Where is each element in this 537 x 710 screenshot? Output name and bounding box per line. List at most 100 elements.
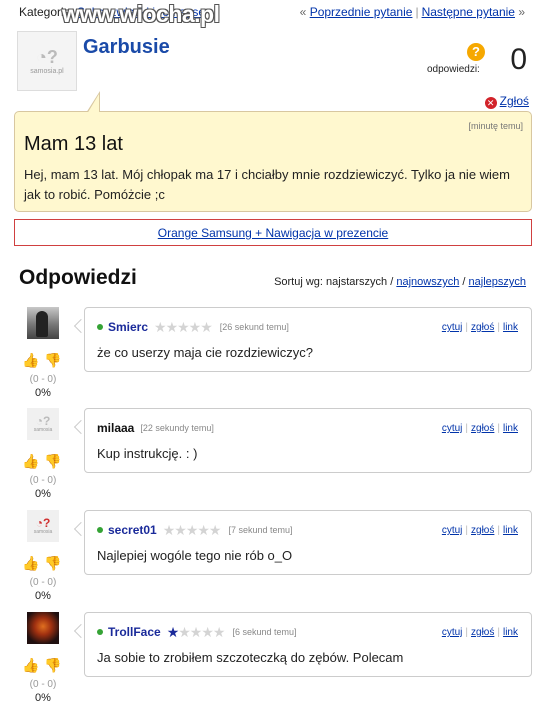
answer-header: milaaa [22 sekundy temu] — [97, 420, 214, 436]
question-mark-icon: ? — [467, 43, 485, 61]
answer-item: ◔? samosia 👍 👎 (0 - 0) 0% milaaa [22 seku… — [0, 408, 537, 506]
answer-header: TrollFace ★★★★★ [6 sekund temu] — [97, 624, 297, 640]
report-answer-link[interactable]: zgłoś — [471, 322, 494, 333]
answers-heading: Odpowiedzi — [19, 266, 137, 289]
sort-options: Sortuj wg: najstarszych / najnowszych / … — [274, 276, 526, 288]
permalink-link[interactable]: link — [503, 627, 518, 638]
vote-buttons: 👍 👎 — [22, 554, 66, 572]
sort-newest-link[interactable]: najnowszych — [396, 276, 459, 288]
vote-buttons: 👍 👎 — [22, 351, 66, 369]
question-navigation: « Poprzednie pytanie | Następne pytanie » — [300, 5, 525, 19]
answer-username: milaaa — [97, 421, 135, 435]
close-icon: ✕ — [484, 97, 497, 109]
thumbs-up-icon[interactable]: 👍 — [22, 656, 40, 674]
answers-label: odpowiedzi: — [427, 64, 480, 75]
author-name[interactable]: Garbusie — [83, 36, 170, 59]
prev-question-link[interactable]: Poprzednie pytanie — [310, 5, 413, 19]
watermark: www.wiocha.pl — [62, 1, 220, 27]
question-box: [minutę temu] Mam 13 lat Hej, mam 13 lat… — [14, 111, 532, 212]
avatar-brand: samosia.pl — [30, 67, 64, 75]
report-question[interactable]: ✕ Zgłoś — [484, 94, 529, 109]
question-title: Mam 13 lat — [24, 133, 123, 155]
question-time: [minutę temu] — [468, 121, 523, 131]
vote-score: (0 - 0) — [29, 679, 57, 690]
thumbs-down-icon[interactable]: 👎 — [44, 656, 62, 674]
vote-score: (0 - 0) — [29, 475, 57, 486]
answer-text: że co userzy maja cie rozdziewiczyc? — [97, 345, 314, 360]
samosia-icon: ◔? samosia.pl — [30, 46, 64, 75]
online-dot-icon — [97, 629, 103, 635]
vote-score: (0 - 0) — [29, 374, 57, 385]
answer-username[interactable]: Smierc — [108, 320, 148, 334]
answer-bubble: Smierc ★★★★★ [26 sekund temu] cytuj | zgło… — [84, 307, 532, 372]
next-arrow: » — [518, 5, 525, 19]
rating-stars: ★★★★★ — [162, 521, 222, 538]
thumbs-down-icon[interactable]: 👎 — [44, 554, 62, 572]
ad-link[interactable]: Orange Samsung + Nawigacja w prezencie — [158, 226, 388, 240]
permalink-link[interactable]: link — [503, 423, 518, 434]
answers-count: 0 — [510, 43, 527, 76]
thumbs-up-icon[interactable]: 👍 — [22, 554, 40, 572]
online-dot-icon — [97, 527, 103, 533]
vote-buttons: 👍 👎 — [22, 656, 66, 674]
answer-item: ◔? samosia 👍 👎 (0 - 0) 0% secret01 ★★★★★ … — [0, 510, 537, 608]
report-answer-link[interactable]: zgłoś — [471, 423, 494, 434]
question-body: Hej, mam 13 lat. Mój chłopak ma 17 i chc… — [24, 167, 510, 202]
rating-stars: ★★★★★ — [154, 318, 213, 335]
answer-text: Ja sobie to zrobiłem szczoteczką do zębó… — [97, 650, 404, 665]
answer-time: [26 sekund temu] — [219, 322, 289, 332]
thumbs-up-icon[interactable]: 👍 — [22, 452, 40, 470]
author-avatar[interactable]: ◔? samosia.pl — [17, 31, 77, 91]
question-bubble-tail-fill — [87, 94, 99, 114]
vote-percent: 0% — [35, 387, 51, 399]
answer-actions: cytuj | zgłoś | link — [441, 627, 518, 638]
online-dot-icon — [97, 324, 103, 330]
quote-link[interactable]: cytuj — [442, 627, 463, 638]
quote-link[interactable]: cytuj — [442, 525, 463, 536]
rating-stars: ★★★★★ — [166, 623, 226, 640]
sort-best-link[interactable]: najlepszych — [469, 276, 526, 288]
answer-username[interactable]: secret01 — [108, 523, 157, 537]
answer-bubble: secret01 ★★★★★ [7 sekund temu] cytuj | zgł… — [84, 510, 532, 575]
answer-header: secret01 ★★★★★ [7 sekund temu] — [97, 522, 293, 538]
ad-banner: Orange Samsung + Nawigacja w prezencie — [14, 219, 532, 246]
answer-bubble: milaaa [22 sekundy temu] cytuj | zgłoś | lin… — [84, 408, 532, 473]
prev-arrow: « — [299, 5, 307, 19]
thumbs-down-icon[interactable]: 👎 — [44, 351, 62, 369]
vote-percent: 0% — [35, 590, 51, 602]
vote-buttons: 👍 👎 — [22, 452, 66, 470]
answers-counter: ? odpowiedzi: 0 — [427, 40, 527, 80]
answer-actions: cytuj | zgłoś | link — [441, 322, 518, 333]
answer-time: [7 sekund temu] — [228, 525, 293, 535]
quote-link[interactable]: cytuj — [442, 423, 463, 434]
answer-header: Smierc ★★★★★ [26 sekund temu] — [97, 319, 289, 335]
nav-separator: | — [415, 5, 419, 19]
report-link[interactable]: Zgłoś — [500, 94, 529, 108]
permalink-link[interactable]: link — [503, 525, 518, 536]
report-answer-link[interactable]: zgłoś — [471, 525, 494, 536]
sort-separator: / — [462, 276, 466, 288]
thumbs-down-icon[interactable]: 👎 — [44, 452, 62, 470]
report-answer-link[interactable]: zgłoś — [471, 627, 494, 638]
sort-label: Sortuj wg: najstarszych / — [274, 276, 394, 288]
answer-text: Kup instrukcję. : ) — [97, 446, 198, 461]
answer-time: [6 sekund temu] — [232, 627, 297, 637]
answer-username[interactable]: TrollFace — [108, 625, 161, 639]
next-question-link[interactable]: Następne pytanie — [422, 5, 515, 19]
trollface-icon[interactable] — [27, 612, 59, 644]
quote-link[interactable]: cytuj — [442, 322, 463, 333]
answer-actions: cytuj | zgłoś | link — [441, 423, 518, 434]
answer-text: Najlepiej wogóle tego nie rób o_O — [97, 548, 293, 563]
answer-item: 👍 👎 (0 - 0) 0% Smierc ★★★★★ [26 sekund t… — [0, 307, 537, 405]
vote-percent: 0% — [35, 692, 51, 704]
vote-score: (0 - 0) — [29, 577, 57, 588]
vote-percent: 0% — [35, 488, 51, 500]
answer-time: [22 sekundy temu] — [140, 423, 214, 433]
thumbs-up-icon[interactable]: 👍 — [22, 351, 40, 369]
samosia-icon[interactable]: ◔? samosia — [27, 408, 59, 440]
permalink-link[interactable]: link — [503, 322, 518, 333]
samosia-color-icon[interactable]: ◔? samosia — [27, 510, 59, 542]
reaper-icon[interactable] — [27, 307, 59, 339]
answer-item: 👍 👎 (0 - 0) 0% TrollFace ★★★★★ [6 sekund… — [0, 612, 537, 710]
answer-actions: cytuj | zgłoś | link — [441, 525, 518, 536]
